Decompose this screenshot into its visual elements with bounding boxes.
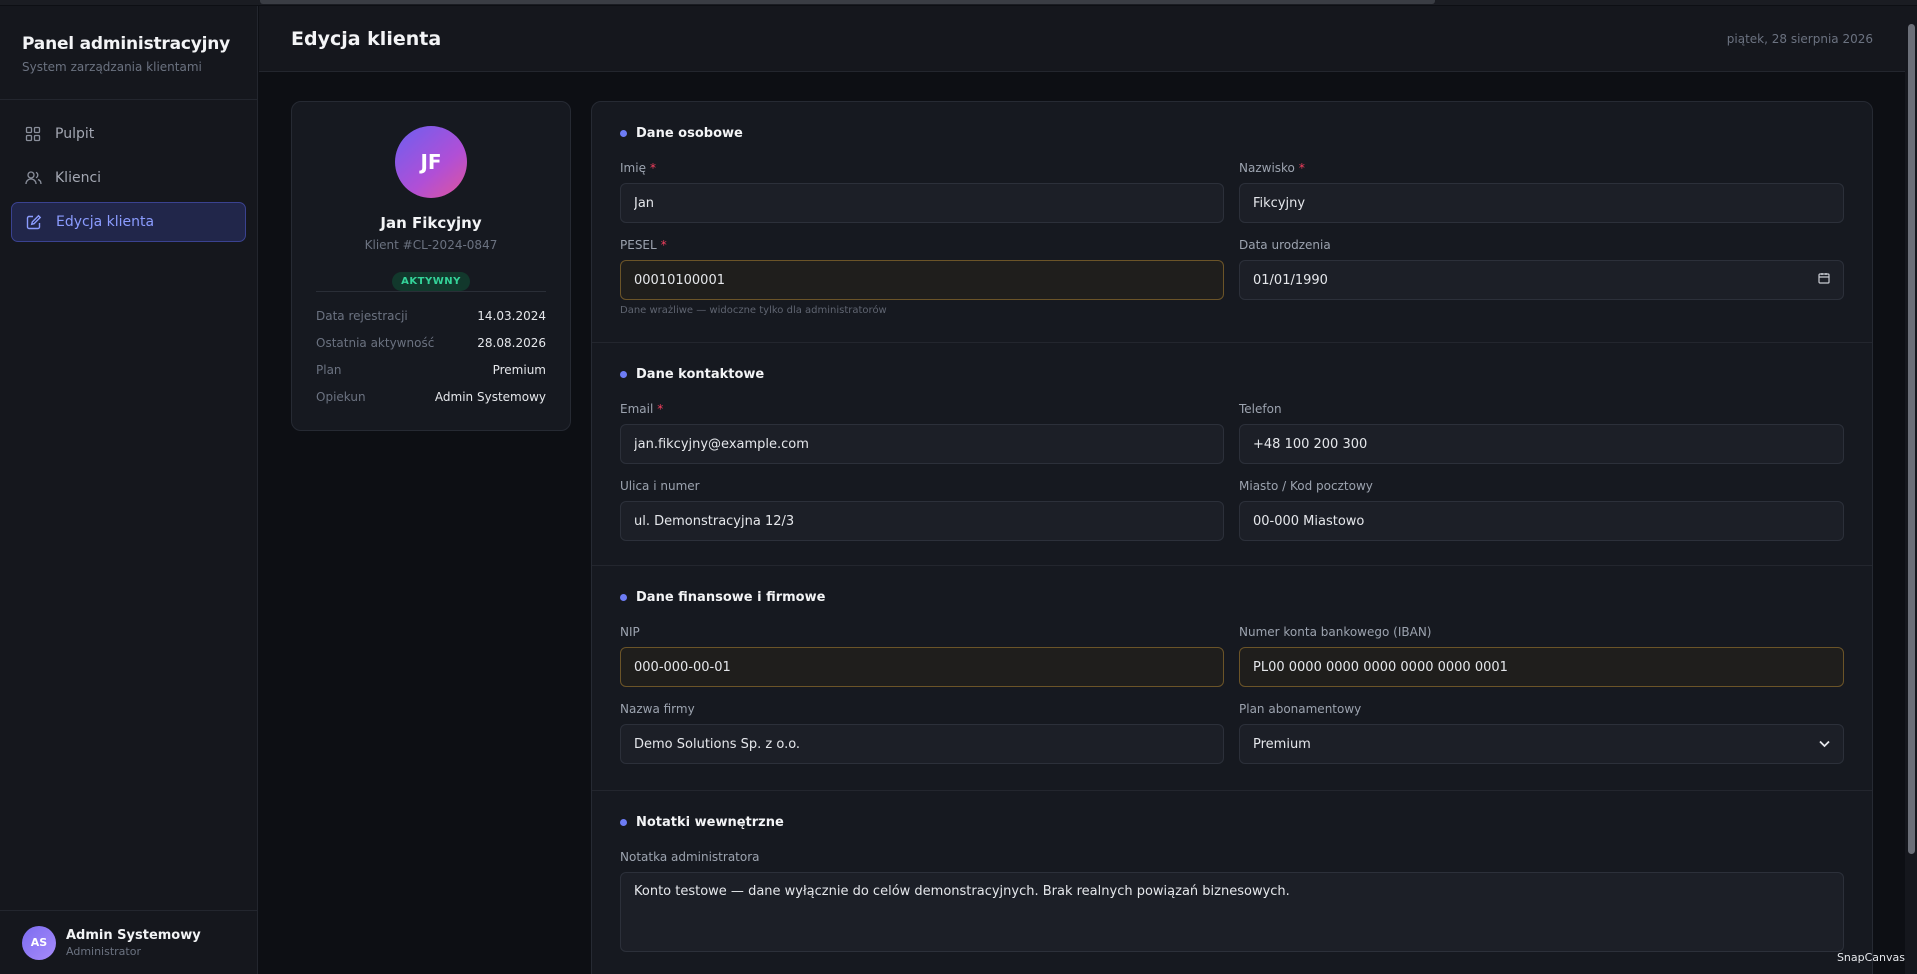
current-date: piątek, 28 sierpnia 2026 bbox=[1726, 32, 1873, 46]
section-finance: Dane finansowe i firmowe NIP 000-000-00-… bbox=[592, 566, 1872, 791]
top-scrollbar-thumb[interactable] bbox=[260, 0, 1435, 4]
sidebar-item-edycja-klienta[interactable]: Edycja klienta bbox=[11, 202, 246, 242]
profile-card: JF Jan Fikcyjny Klient #CL-2024-0847 AKT… bbox=[291, 101, 571, 431]
pesel-label: PESEL * bbox=[620, 238, 667, 252]
detail-row: Plan Premium bbox=[316, 356, 546, 383]
admin-note-textarea[interactable]: Konto testowe — dane wyłącznie do celów … bbox=[620, 872, 1844, 952]
detail-row: Opiekun Admin Systemowy bbox=[316, 383, 546, 410]
client-id: Klient #CL-2024-0847 bbox=[364, 238, 498, 252]
company-input[interactable]: Demo Solutions Sp. z o.o. bbox=[620, 724, 1224, 764]
detail-value: Premium bbox=[492, 362, 546, 377]
section-notes: Notatki wewnętrzne Notatka administrator… bbox=[592, 791, 1872, 974]
user-name: Admin Systemowy bbox=[66, 927, 201, 943]
last-name-input[interactable]: Fikcyjny bbox=[1239, 183, 1844, 223]
pesel-hint: Dane wrażliwe — widoczne tylko dla admin… bbox=[620, 305, 887, 316]
chevron-down-icon bbox=[1819, 737, 1830, 752]
birth-date-input[interactable]: 01/01/1990 bbox=[1239, 260, 1844, 300]
sidebar: Panel administracyjny System zarządzania… bbox=[0, 6, 258, 974]
iban-input[interactable]: PL00 0000 0000 0000 0000 0000 0001 bbox=[1239, 647, 1844, 687]
section-personal: Dane osobowe Imię * Jan Nazwisko * Fikcyjn… bbox=[592, 102, 1872, 343]
top-scrollbar bbox=[0, 0, 1917, 5]
detail-key: Opiekun bbox=[316, 389, 366, 404]
phone-input[interactable]: +48 100 200 300 bbox=[1239, 424, 1844, 464]
brand-title: Panel administracyjny bbox=[22, 34, 231, 54]
detail-value: 28.08.2026 bbox=[477, 335, 546, 350]
section-title-text: Dane kontaktowe bbox=[636, 367, 765, 382]
section-contact: Dane kontaktowe Email * jan.fikcyjny@exam… bbox=[592, 343, 1872, 566]
section-title: Dane osobowe bbox=[620, 126, 743, 141]
company-label: Nazwa firmy bbox=[620, 702, 695, 716]
scrollbar-thumb[interactable] bbox=[1908, 24, 1915, 854]
watermark: SnapCanvas bbox=[1836, 951, 1905, 964]
profile-details: Data rejestracji 14.03.2024 Ostatnia akty… bbox=[316, 302, 546, 410]
bullet-icon bbox=[620, 819, 627, 826]
section-title-text: Notatki wewnętrzne bbox=[636, 815, 784, 830]
detail-key: Ostatnia aktywność bbox=[316, 335, 435, 350]
detail-key: Data rejestracji bbox=[316, 308, 408, 323]
brand-subtitle: System zarządzania klientami bbox=[22, 60, 202, 74]
pesel-input[interactable]: 00010100001 bbox=[620, 260, 1224, 300]
calendar-icon[interactable] bbox=[1818, 272, 1830, 288]
email-label: Email * bbox=[620, 402, 664, 416]
section-title: Dane finansowe i firmowe bbox=[620, 590, 825, 605]
section-title: Dane kontaktowe bbox=[620, 367, 764, 382]
grid-icon bbox=[24, 125, 42, 143]
detail-row: Data rejestracji 14.03.2024 bbox=[316, 302, 546, 329]
page-title: Edycja klienta bbox=[291, 28, 442, 50]
bullet-icon bbox=[620, 371, 627, 378]
sidebar-nav: Pulpit Klienci Edycja klienta bbox=[0, 100, 257, 260]
city-label: Miasto / Kod pocztowy bbox=[1239, 479, 1373, 493]
street-label: Ulica i numer bbox=[620, 479, 700, 493]
sidebar-item-label: Pulpit bbox=[55, 126, 95, 142]
bullet-icon bbox=[620, 130, 627, 137]
plan-select[interactable]: Premium bbox=[1239, 724, 1844, 764]
note-label: Notatka administratora bbox=[620, 850, 760, 864]
phone-label: Telefon bbox=[1239, 402, 1282, 416]
sidebar-item-label: Klienci bbox=[55, 170, 102, 186]
sidebar-item-label: Edycja klienta bbox=[56, 214, 155, 230]
city-input[interactable]: 00-000 Miastowo bbox=[1239, 501, 1844, 541]
nip-label: NIP bbox=[620, 625, 640, 639]
sidebar-item-klienci[interactable]: Klienci bbox=[11, 158, 246, 198]
current-user[interactable]: AS Admin Systemowy Administrator bbox=[0, 910, 257, 974]
detail-key: Plan bbox=[316, 362, 342, 377]
client-name: Jan Fikcyjny bbox=[380, 214, 482, 232]
first-name-input[interactable]: Jan bbox=[620, 183, 1224, 223]
edit-icon bbox=[25, 213, 43, 231]
status-badge: AKTYWNY bbox=[392, 272, 470, 291]
detail-value: Admin Systemowy bbox=[434, 389, 546, 404]
detail-row: Ostatnia aktywność 28.08.2026 bbox=[316, 329, 546, 356]
brand: Panel administracyjny System zarządzania… bbox=[0, 6, 257, 100]
page-header: Edycja klienta piątek, 28 sierpnia 2026 bbox=[259, 6, 1905, 72]
plan-label: Plan abonamentowy bbox=[1239, 702, 1362, 716]
nip-input[interactable]: 000-000-00-01 bbox=[620, 647, 1224, 687]
section-title: Notatki wewnętrzne bbox=[620, 815, 784, 830]
page-scrollbar[interactable] bbox=[1905, 6, 1917, 974]
street-input[interactable]: ul. Demonstracyjna 12/3 bbox=[620, 501, 1224, 541]
avatar: AS bbox=[22, 925, 56, 960]
last-name-label: Nazwisko * bbox=[1239, 161, 1305, 175]
bullet-icon bbox=[620, 594, 627, 601]
birth-date-label: Data urodzenia bbox=[1239, 238, 1331, 252]
iban-label: Numer konta bankowego (IBAN) bbox=[1239, 625, 1432, 639]
section-title-text: Dane osobowe bbox=[636, 126, 743, 141]
section-title-text: Dane finansowe i firmowe bbox=[636, 590, 826, 605]
user-role: Administrator bbox=[66, 944, 141, 958]
first-name-label: Imię * bbox=[620, 161, 656, 175]
client-avatar: JF bbox=[395, 126, 467, 198]
client-form: Dane osobowe Imię * Jan Nazwisko * Fikcyjn… bbox=[591, 101, 1873, 974]
sidebar-item-pulpit[interactable]: Pulpit bbox=[11, 114, 246, 154]
detail-value: 14.03.2024 bbox=[477, 308, 546, 323]
email-field[interactable]: jan.fikcyjny@example.com bbox=[620, 424, 1224, 464]
divider bbox=[316, 291, 546, 292]
users-icon bbox=[24, 169, 42, 187]
